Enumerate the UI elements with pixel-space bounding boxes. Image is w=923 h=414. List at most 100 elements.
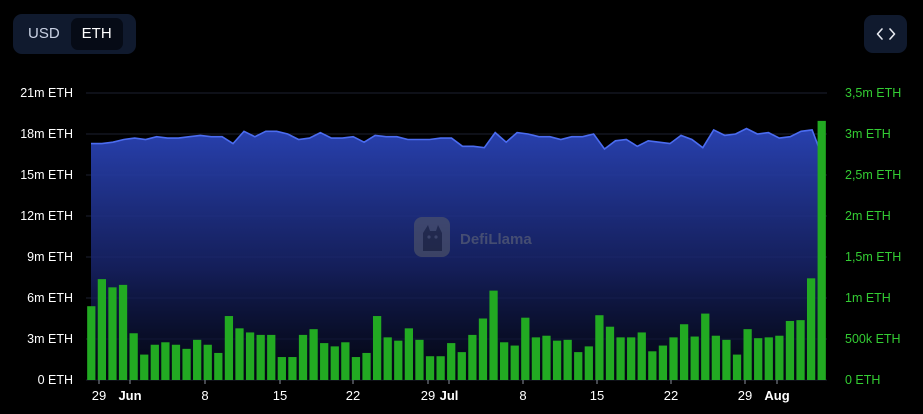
- volume-bar: [542, 335, 551, 380]
- volume-bar: [521, 317, 530, 380]
- volume-bar: [627, 337, 636, 380]
- volume-bar: [732, 354, 742, 380]
- volume-bar: [489, 290, 498, 380]
- x-tick-label: 22: [346, 388, 360, 403]
- left-axis: 0 ETH 3m ETH 6m ETH 9m ETH 12m ETH 15m ETH 18m…: [20, 86, 73, 387]
- volume-bar: [817, 120, 826, 380]
- volume-bar: [563, 339, 572, 380]
- x-tick-label: Jul: [440, 388, 459, 403]
- volume-bar: [616, 337, 625, 380]
- volume-bar: [362, 352, 371, 380]
- volume-bar: [648, 351, 657, 380]
- x-axis: 29 Jun 8 15 22 29 Jul 8 15 22 29 Aug: [92, 380, 790, 403]
- volume-bar: [764, 337, 773, 380]
- volume-bar: [330, 346, 339, 380]
- volume-bar: [298, 334, 308, 380]
- volume-bar: [383, 337, 392, 380]
- volume-bar: [669, 337, 678, 380]
- x-tick-label: 29: [92, 388, 106, 403]
- volume-bar: [796, 320, 805, 380]
- volume-bar: [277, 357, 286, 380]
- x-tick-label: 29: [738, 388, 752, 403]
- volume-bar: [722, 339, 731, 380]
- volume-bar: [193, 339, 202, 380]
- volume-bar: [605, 326, 615, 380]
- watermark-text: DefiLlama: [460, 231, 532, 248]
- volume-bar: [574, 352, 583, 380]
- volume-bar: [341, 342, 350, 380]
- volume-bar: [161, 342, 170, 380]
- volume-bar: [436, 356, 445, 380]
- right-tick-label: 3m ETH: [845, 127, 891, 141]
- volume-bar: [478, 318, 488, 380]
- volume-bar: [658, 345, 668, 380]
- volume-bar: [171, 344, 181, 380]
- volume-bar: [129, 333, 138, 380]
- right-tick-label: 1,5m ETH: [845, 250, 901, 264]
- tvl-volume-chart: DefiLlama 0 ETH 3m ETH 6m ETH 9m ETH 12m ETH…: [20, 86, 901, 403]
- left-tick-label: 6m ETH: [27, 291, 73, 305]
- x-tick-label: 15: [273, 388, 287, 403]
- right-axis: 0 ETH 500k ETH 1m ETH 1,5m ETH 2m ETH 2,5m ET…: [845, 86, 901, 387]
- volume-bar: [595, 315, 604, 380]
- volume-bar: [425, 356, 435, 380]
- x-tick-label: 8: [519, 388, 526, 403]
- volume-bar: [182, 348, 191, 380]
- llama-logo-icon: [414, 217, 450, 257]
- right-tick-label: 1m ETH: [845, 291, 891, 305]
- x-tick-label: Jun: [118, 388, 141, 403]
- volume-bar: [743, 329, 752, 380]
- volume-bar: [214, 352, 223, 380]
- volume-bar: [806, 278, 816, 380]
- volume-bar: [775, 335, 784, 380]
- right-tick-label: 500k ETH: [845, 332, 901, 346]
- volume-bar: [468, 334, 477, 380]
- volume-bar: [552, 340, 562, 380]
- volume-bar: [415, 339, 424, 380]
- volume-bar: [267, 334, 276, 380]
- volume-bar: [404, 328, 413, 380]
- right-tick-label: 0 ETH: [845, 373, 880, 387]
- left-tick-label: 3m ETH: [27, 332, 73, 346]
- volume-bar: [87, 306, 96, 380]
- x-tick-label: 15: [590, 388, 604, 403]
- volume-bar: [394, 340, 403, 380]
- left-tick-label: 0 ETH: [38, 373, 73, 387]
- left-tick-label: 12m ETH: [20, 209, 73, 223]
- volume-bar: [224, 316, 234, 380]
- volume-bar: [754, 338, 763, 380]
- right-tick-label: 2,5m ETH: [845, 168, 901, 182]
- volume-bar: [245, 332, 255, 380]
- volume-bar: [711, 335, 720, 380]
- volume-bar: [447, 343, 456, 380]
- volume-bar: [372, 316, 382, 380]
- volume-bar: [510, 345, 519, 380]
- volume-bar: [637, 332, 646, 380]
- left-tick-label: 21m ETH: [20, 86, 73, 100]
- volume-bar: [679, 324, 689, 380]
- volume-bar: [690, 336, 699, 380]
- volume-bar: [584, 346, 593, 380]
- volume-bar: [108, 287, 117, 380]
- x-tick-label: Aug: [764, 388, 789, 403]
- x-tick-label: 22: [664, 388, 678, 403]
- volume-bar: [785, 320, 795, 380]
- volume-bar: [140, 354, 149, 380]
- volume-bar: [235, 328, 244, 380]
- volume-bar: [500, 342, 509, 380]
- volume-bar: [97, 279, 107, 380]
- volume-bar: [701, 313, 710, 380]
- x-tick-label: 29: [421, 388, 435, 403]
- volume-bar: [150, 344, 159, 380]
- volume-bar: [320, 343, 329, 380]
- volume-bar: [457, 352, 466, 380]
- volume-bar: [203, 344, 212, 380]
- volume-bar: [309, 329, 318, 380]
- volume-bar: [118, 284, 128, 380]
- volume-bar: [256, 334, 265, 380]
- right-tick-label: 2m ETH: [845, 209, 891, 223]
- left-tick-label: 9m ETH: [27, 250, 73, 264]
- x-tick-label: 8: [201, 388, 208, 403]
- volume-bar: [288, 357, 297, 380]
- volume-bar: [351, 357, 361, 380]
